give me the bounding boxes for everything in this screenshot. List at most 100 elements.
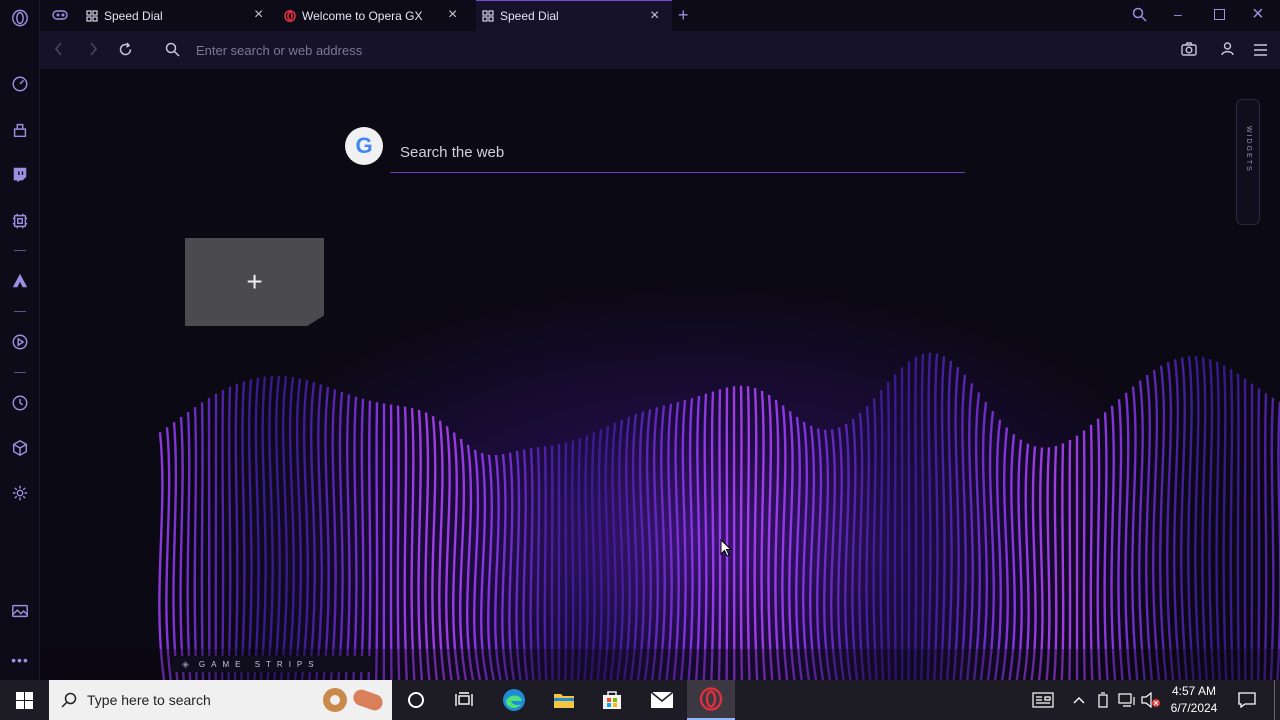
show-desktop-strip[interactable] (1274, 680, 1275, 720)
wave-strand (266, 375, 274, 680)
wave-strand (650, 407, 659, 680)
wave-strand (286, 377, 295, 680)
hardware-limiter-icon[interactable] (10, 211, 30, 231)
wave-strand (315, 384, 323, 680)
battery-status-icon[interactable] (1094, 680, 1112, 720)
task-view-icon[interactable] (440, 680, 488, 720)
wave-strand (702, 393, 708, 680)
widgets-panel-toggle[interactable]: WIDGETS (1236, 99, 1260, 225)
wave-strand (227, 386, 232, 680)
action-center-notification-icon[interactable] (1234, 680, 1260, 720)
wallpaper-icon[interactable] (10, 601, 30, 621)
gamepad-icon[interactable] (52, 8, 68, 22)
tab-search-icon[interactable] (1132, 7, 1147, 27)
wave-strand (1117, 399, 1124, 680)
close-tab-icon[interactable]: × (650, 8, 659, 24)
web-search-input[interactable] (400, 138, 960, 166)
wave-strand (193, 406, 198, 680)
news-widget-icon[interactable] (1030, 680, 1056, 720)
close-tab-icon[interactable]: × (448, 7, 457, 23)
wave-strand (1060, 443, 1065, 680)
opera-logo-icon[interactable] (10, 8, 30, 28)
edge-browser-icon[interactable] (490, 680, 538, 720)
file-explorer-icon[interactable] (540, 680, 588, 720)
mail-icon[interactable] (638, 680, 686, 720)
snapshot-camera-icon[interactable] (1181, 42, 1197, 61)
search-highlight-icon (319, 685, 383, 715)
extensions-cube-icon[interactable] (10, 438, 30, 458)
volume-muted-icon[interactable] (1140, 680, 1162, 720)
gx-cleaner-icon[interactable] (10, 120, 30, 140)
wave-strand (886, 382, 891, 680)
game-strips-bar[interactable]: ◈ GAME STRIPS (172, 656, 372, 672)
more-dots-icon[interactable]: ••• (10, 650, 30, 670)
google-logo-icon: G (345, 127, 383, 165)
widgets-label: WIDGETS (1245, 126, 1252, 173)
taskbar-search-icon (61, 692, 77, 713)
twitch-icon[interactable] (10, 165, 30, 185)
wave-strand (459, 438, 468, 680)
wave-strand (253, 377, 260, 680)
taskbar-clock[interactable]: 4:57 AM 6/7/2024 (1166, 683, 1222, 717)
wave-strand (1103, 412, 1109, 680)
wave-strand (445, 426, 453, 680)
tab-welcome-opera-gx[interactable]: Welcome to Opera GX × (284, 0, 474, 31)
wave-strand (1145, 374, 1153, 680)
close-tab-icon[interactable]: × (254, 7, 263, 23)
add-site-tile[interactable]: + (185, 238, 324, 326)
tab-speed-dial-1[interactable]: Speed Dial × (86, 0, 276, 31)
back-chevron-icon[interactable] (54, 42, 64, 61)
wave-strand (1089, 424, 1094, 680)
wave-strand (623, 416, 631, 680)
wave-strand (452, 432, 460, 680)
wave-strand (564, 442, 568, 680)
network-icon[interactable] (1117, 680, 1137, 720)
speed-dial-icon (86, 9, 98, 22)
wave-strand (926, 352, 932, 680)
wave-strand (1037, 447, 1044, 680)
tab-title: Speed Dial (104, 8, 163, 23)
wave-strand (609, 422, 617, 680)
wave-strand (893, 374, 898, 680)
wave-strand (337, 391, 344, 680)
wave-strand (466, 444, 475, 680)
opera-gx-taskbar-icon[interactable] (687, 680, 735, 720)
address-input[interactable] (196, 39, 796, 61)
wave-strand (344, 394, 351, 680)
new-tab-plus-icon[interactable]: + (678, 5, 689, 26)
wave-strand (240, 381, 246, 680)
settings-gear-icon[interactable] (10, 483, 30, 503)
minimize-icon[interactable]: – (1174, 6, 1182, 22)
wave-strand (165, 427, 172, 680)
restore-window-icon[interactable] (1214, 9, 1225, 20)
taskbar-search-box[interactable] (49, 680, 392, 720)
wave-strand (576, 438, 582, 680)
close-window-icon[interactable]: × (1252, 3, 1264, 25)
microsoft-store-icon[interactable] (588, 680, 636, 720)
wave-strand (273, 375, 281, 680)
wave-strand (710, 391, 715, 680)
gx-control-icon[interactable] (10, 74, 30, 94)
tab-speed-dial-active[interactable]: Speed Dial × (476, 0, 672, 31)
history-icon[interactable] (10, 393, 30, 413)
player-icon[interactable] (10, 332, 30, 352)
wave-strand (508, 452, 516, 680)
wave-strand (1124, 392, 1132, 680)
wave-strand (1052, 445, 1058, 680)
wave-strand (851, 418, 859, 680)
aria-icon[interactable] (10, 271, 30, 291)
wave-strand (788, 411, 796, 680)
account-user-icon[interactable] (1221, 42, 1234, 61)
forward-chevron-icon[interactable] (88, 42, 98, 61)
wave-strand (1152, 369, 1161, 680)
wave-strand (359, 398, 365, 680)
taskbar-search-input[interactable] (87, 690, 307, 710)
wave-strand (410, 407, 416, 680)
cortana-circle-icon[interactable] (392, 680, 440, 720)
tray-chevron-up-icon[interactable] (1070, 680, 1088, 720)
easy-setup-menu-icon[interactable] (1254, 43, 1267, 61)
wave-strand (307, 382, 316, 680)
reload-icon[interactable] (118, 42, 133, 62)
windows-start-icon[interactable] (0, 680, 48, 720)
wave-strand (179, 416, 185, 680)
